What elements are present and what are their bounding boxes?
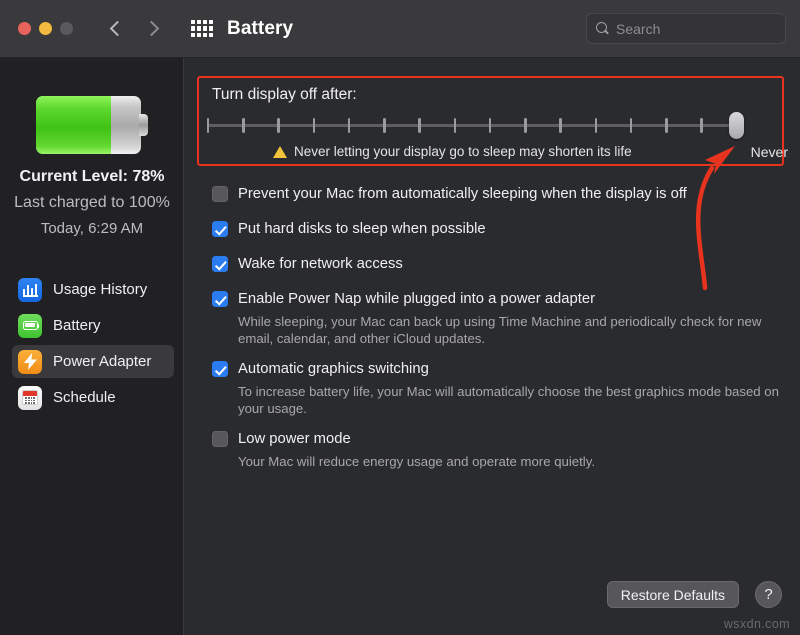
back-icon[interactable]: [109, 22, 123, 36]
main-content: Turn display off after: Never letting yo…: [185, 58, 800, 635]
forward-icon[interactable]: [145, 22, 159, 36]
help-button[interactable]: ?: [755, 581, 782, 608]
sidebar-item-label: Usage History: [53, 281, 147, 298]
checkbox[interactable]: [212, 431, 228, 447]
slider-tick: [313, 118, 316, 133]
option-description: While sleeping, your Mac can back up usi…: [238, 313, 783, 347]
watermark: wsxdn.com: [724, 617, 790, 631]
option-prevent-sleep[interactable]: Prevent your Mac from automatically slee…: [212, 184, 787, 204]
slider-tick: [630, 118, 633, 133]
restore-defaults-button[interactable]: Restore Defaults: [607, 581, 739, 608]
sidebar-item-label: Schedule: [53, 389, 116, 406]
slider-tick: [383, 118, 386, 133]
display-sleep-slider[interactable]: [205, 112, 740, 138]
sidebar-item-label: Battery: [53, 317, 101, 334]
battery-level-graphic: [36, 96, 148, 154]
sidebar-item-usage-history[interactable]: Usage History: [12, 273, 174, 306]
usage-history-icon: [18, 278, 42, 302]
checkbox[interactable]: [212, 256, 228, 272]
checkbox[interactable]: [212, 221, 228, 237]
option-label: Automatic graphics switching: [238, 359, 429, 379]
battery-fill: [36, 96, 111, 154]
slider-tick: [595, 118, 598, 133]
sidebar-item-schedule[interactable]: Schedule: [12, 381, 174, 414]
turn-display-off-label: Turn display off after:: [212, 86, 357, 104]
slider-tick: [242, 118, 245, 133]
option-label: Put hard disks to sleep when possible: [238, 219, 486, 239]
sidebar: Current Level: 78% Last charged to 100% …: [0, 58, 184, 635]
slider-tick: [277, 118, 280, 133]
power-adapter-icon: [18, 350, 42, 374]
page-title: Battery: [227, 18, 293, 40]
minimize-button[interactable]: [39, 22, 52, 35]
checkbox[interactable]: [212, 291, 228, 307]
slider-tick: [489, 118, 492, 133]
battery-cap: [139, 114, 148, 136]
option-hard-disks-sleep[interactable]: Put hard disks to sleep when possible: [212, 219, 787, 239]
search-field[interactable]: Search: [586, 13, 786, 44]
option-description: Your Mac will reduce energy usage and op…: [238, 453, 783, 470]
option-label: Wake for network access: [238, 254, 403, 274]
battery-preferences-window: Battery Search Current Level: 78% Last c…: [0, 0, 800, 635]
slider-tick: [665, 118, 668, 133]
slider-thumb[interactable]: [729, 112, 744, 139]
option-power-nap[interactable]: Enable Power Nap while plugged into a po…: [212, 289, 787, 309]
sidebar-item-label: Power Adapter: [53, 353, 151, 370]
last-charged-text: Last charged to 100%: [0, 194, 184, 212]
search-placeholder: Search: [616, 21, 660, 37]
checkbox[interactable]: [212, 361, 228, 377]
slider-tick: [207, 118, 210, 133]
slider-tick: [348, 118, 351, 133]
sidebar-nav: Usage History Battery Power Adapter: [0, 270, 184, 417]
option-graphics-switching[interactable]: Automatic graphics switching: [212, 359, 787, 379]
slider-tick: [454, 118, 457, 133]
option-description: To increase battery life, your Mac will …: [238, 383, 783, 417]
slider-tick: [524, 118, 527, 133]
sidebar-item-battery[interactable]: Battery: [12, 309, 174, 342]
options-list: Prevent your Mac from automatically slee…: [212, 184, 787, 482]
current-level-text: Current Level: 78%: [0, 168, 184, 186]
option-label: Prevent your Mac from automatically slee…: [238, 184, 687, 204]
option-wake-network[interactable]: Wake for network access: [212, 254, 787, 274]
close-button[interactable]: [18, 22, 31, 35]
search-icon: [596, 22, 609, 35]
option-label: Low power mode: [238, 429, 351, 449]
slider-ticks: [205, 118, 740, 133]
slider-tick: [700, 118, 703, 133]
titlebar: Battery Search: [0, 0, 800, 58]
traffic-lights: [18, 22, 73, 35]
last-charged-time: Today, 6:29 AM: [0, 220, 184, 237]
slider-tick: [559, 118, 562, 133]
warning-triangle-icon: [273, 146, 287, 158]
slider-value-label: Never: [751, 144, 788, 160]
checkbox[interactable]: [212, 186, 228, 202]
zoom-button[interactable]: [60, 22, 73, 35]
option-label: Enable Power Nap while plugged into a po…: [238, 289, 595, 309]
schedule-icon: [18, 386, 42, 410]
sidebar-item-power-adapter[interactable]: Power Adapter: [12, 345, 174, 378]
navigation-buttons: [109, 22, 159, 36]
option-low-power-mode[interactable]: Low power mode: [212, 429, 787, 449]
sleep-warning: Never letting your display go to sleep m…: [273, 144, 632, 159]
show-all-icon[interactable]: [191, 20, 213, 38]
slider-tick: [418, 118, 421, 133]
warning-text: Never letting your display go to sleep m…: [294, 144, 632, 159]
battery-icon: [18, 314, 42, 338]
